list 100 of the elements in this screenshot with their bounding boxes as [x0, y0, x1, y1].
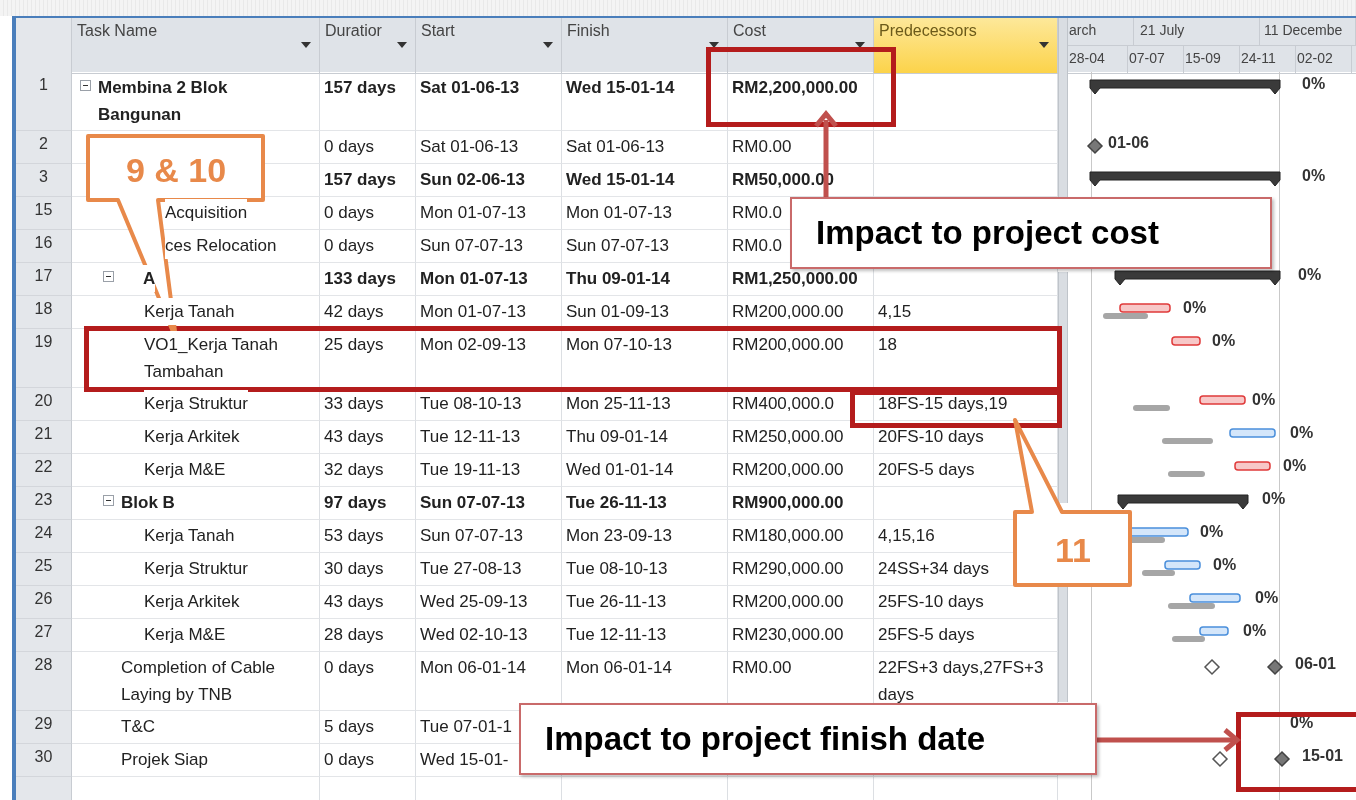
row-number: 27 — [16, 619, 72, 652]
table-cell: Sun 07-07-13 — [562, 230, 728, 263]
timescale-label: 15-09 — [1184, 46, 1240, 73]
table-cell: Wed 01-01-14 — [562, 454, 728, 487]
bar-label: 0% — [1252, 391, 1276, 409]
row-number: 17 — [16, 263, 72, 296]
table-cell: 53 days — [320, 520, 416, 553]
baseline-bar — [1168, 603, 1215, 609]
table-cell: Sun 01-09-13 — [562, 296, 728, 329]
table-cell: RM230,000.00 — [728, 619, 874, 652]
timescale-label: 11 Decembe — [1260, 18, 1356, 45]
timescale-label: 24-11 — [1240, 46, 1296, 73]
task-bar — [1164, 560, 1201, 570]
table-cell: RM2,200,000.00 — [728, 72, 874, 131]
table-cell: Sat 01-06-13 — [416, 131, 562, 164]
table-cell: Tue 08-10-13 — [416, 388, 562, 421]
bar-label: 06-01 — [1295, 655, 1336, 673]
table-cell: RM180,000.00 — [728, 520, 874, 553]
row-number: 28 — [16, 652, 72, 711]
table-cell: Mon 07-10-13 — [562, 329, 728, 388]
table-cell: RM200,000.00 — [728, 586, 874, 619]
annotation-label: Impact to project finish date — [519, 703, 1097, 775]
column-header[interactable]: Start — [416, 18, 562, 74]
milestone-icon — [1273, 750, 1291, 768]
table-cell: 43 days — [320, 421, 416, 454]
collapse-icon[interactable] — [80, 80, 91, 91]
table-cell: 25 days — [320, 329, 416, 388]
table-cell: Mon 01-07-13 — [416, 296, 562, 329]
table-cell: Sun 07-07-13 — [416, 230, 562, 263]
milestone-icon — [1211, 750, 1229, 768]
row-number: 23 — [16, 487, 72, 520]
table-cell: Wed 15-01-14 — [562, 164, 728, 197]
baseline-bar — [1103, 313, 1148, 319]
table-cell: Thu 09-01-14 — [562, 421, 728, 454]
row-number: 1 — [16, 72, 72, 131]
task-bar — [1199, 626, 1229, 636]
row-number: 19 — [16, 329, 72, 388]
table-cell: 157 days — [320, 72, 416, 131]
table-cell: Tue 19-11-13 — [416, 454, 562, 487]
table-cell: 32 days — [320, 454, 416, 487]
row-number: 21 — [16, 421, 72, 454]
table-cell: Wed 15-01-14 — [562, 72, 728, 131]
milestone-icon — [1086, 137, 1104, 155]
row-number: 18 — [16, 296, 72, 329]
table-cell: Tue 26-11-13 — [562, 487, 728, 520]
table-cell: Mon 23-09-13 — [562, 520, 728, 553]
table-cell: Mon 01-07-13 — [562, 197, 728, 230]
table-cell: Sat 01-06-13 — [416, 72, 562, 131]
table-cell: Sun 02-06-13 — [416, 164, 562, 197]
table-cell: Sat 01-06-13 — [562, 131, 728, 164]
baseline-bar — [1162, 438, 1213, 444]
task-bar — [1119, 303, 1171, 313]
column-header[interactable]: Finish — [562, 18, 728, 74]
milestone-icon — [1266, 658, 1284, 676]
task-bar — [1229, 428, 1276, 438]
milestone-icon — [1203, 658, 1221, 676]
row-number: 29 — [16, 711, 72, 744]
baseline-bar — [1168, 471, 1205, 477]
table-cell: 30 days — [320, 553, 416, 586]
collapse-icon[interactable] — [103, 271, 114, 282]
bar-label: 0% — [1290, 424, 1314, 442]
table-cell: 5 days — [320, 711, 416, 744]
column-header[interactable]: Predecessors — [874, 18, 1058, 74]
table-cell: Tue 27-08-13 — [416, 553, 562, 586]
timescale-label: 07-07 — [1128, 46, 1184, 73]
table-cell: 0 days — [320, 744, 416, 777]
table-cell: Tue 26-11-13 — [562, 586, 728, 619]
table-cell: 18FS-15 days,19 — [874, 388, 1058, 421]
collapse-icon[interactable] — [103, 495, 114, 506]
bar-label: 0% — [1213, 556, 1237, 574]
bar-label: 0% — [1283, 457, 1307, 475]
table-cell: Thu 09-01-14 — [562, 263, 728, 296]
callout-label: 9 & 10 — [125, 151, 227, 189]
baseline-bar — [1172, 636, 1205, 642]
table-cell: RM200,000.00 — [728, 296, 874, 329]
table-cell: 18 — [874, 329, 1058, 388]
task-bar — [1234, 461, 1271, 471]
bar-label: 0% — [1262, 490, 1286, 508]
table-cell: 0 days — [320, 652, 416, 711]
bar-label: 0% — [1183, 299, 1207, 317]
table-cell: Mon 02-09-13 — [416, 329, 562, 388]
timescale-label: 28-04 — [1068, 46, 1128, 73]
table-cell: RM290,000.00 — [728, 553, 874, 586]
table-cell: Sun 07-07-13 — [416, 487, 562, 520]
row-number: 2 — [16, 131, 72, 164]
task-bar — [1199, 395, 1246, 405]
table-cell: 43 days — [320, 586, 416, 619]
row-number: 25 — [16, 553, 72, 586]
row-number: 20 — [16, 388, 72, 421]
task-bar — [1189, 593, 1241, 603]
table-cell: Tue 12-11-13 — [562, 619, 728, 652]
baseline-bar — [1133, 405, 1170, 411]
table-cell: Tue 12-11-13 — [416, 421, 562, 454]
table-cell: 33 days — [320, 388, 416, 421]
bar-label: 0% — [1243, 622, 1267, 640]
bar-label: 01-06 — [1108, 134, 1149, 152]
baseline-bar — [1142, 570, 1175, 576]
column-header[interactable]: Duratior — [320, 18, 416, 74]
timescale-label: 02-02 — [1296, 46, 1352, 73]
table-cell: 133 days — [320, 263, 416, 296]
